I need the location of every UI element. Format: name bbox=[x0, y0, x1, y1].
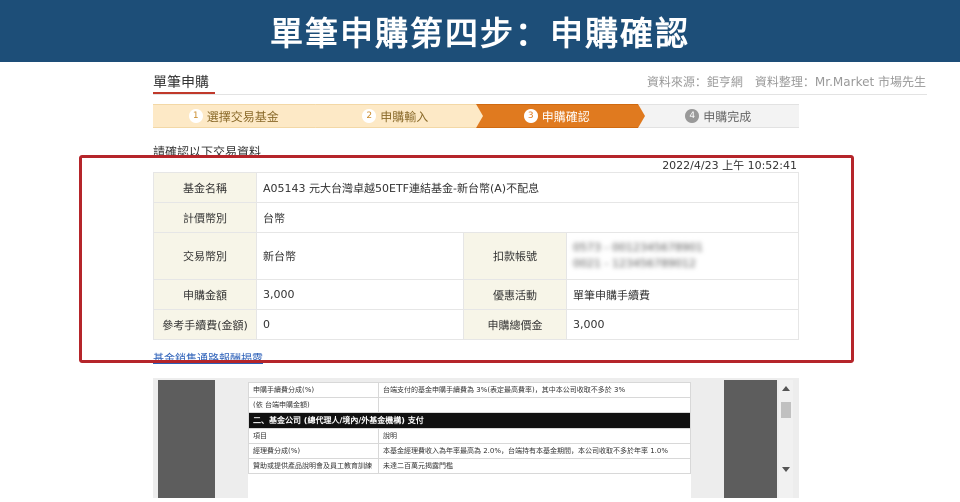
step-arrow-icon bbox=[476, 104, 483, 128]
doc-cell: 未達二百萬元揭露門檻 bbox=[378, 458, 691, 474]
amount-value: 3,000 bbox=[256, 279, 464, 310]
step-number: 3 bbox=[523, 109, 538, 123]
step-input: 2 申購輸入 bbox=[314, 104, 483, 128]
step-select-fund: 1 選擇交易基金 bbox=[153, 104, 322, 128]
doc-cell bbox=[378, 397, 691, 413]
page-title: 單筆申購 bbox=[153, 75, 209, 91]
table-row: 經理費分成(%) 本基金經理費收入為年率最高為 2.0%，台端持有本基金期間，本… bbox=[248, 443, 691, 459]
table-row: 項目 說明 bbox=[248, 428, 691, 444]
step-arrow-icon bbox=[637, 104, 645, 128]
scroll-thumb[interactable] bbox=[781, 402, 791, 418]
doc-cell: 本基金經理費收入為年率最高為 2.0%，台端持有本基金期間，本公司收取不多於年率… bbox=[378, 443, 691, 459]
total-value: 3,000 bbox=[566, 309, 799, 340]
viewer-margin-left bbox=[158, 380, 215, 498]
table-row: 基金名稱 A05143 元大台灣卓越50ETF連結基金-新台幣(A)不配息 bbox=[153, 172, 799, 203]
step-number: 2 bbox=[362, 109, 377, 123]
currency-label: 計價幣別 bbox=[153, 202, 257, 233]
amount-label: 申購金額 bbox=[153, 279, 257, 310]
disclosure-document-viewer: 申購手續費分成(%) 台端支付的基金申購手續費為 3%(表定最高費率)，其中本公… bbox=[153, 378, 799, 498]
table-row: 交易幣別 新台幣 扣款帳號 0573 - 0012345678901 0021 … bbox=[153, 232, 799, 280]
transaction-details-table: 基金名稱 A05143 元大台灣卓越50ETF連結基金-新台幣(A)不配息 計價… bbox=[153, 172, 799, 340]
doc-cell: 台端支付的基金申購手續費為 3%(表定最高費率)，其中本公司收取不多於 3% bbox=[378, 382, 691, 398]
step-label: 申購確認 bbox=[541, 109, 590, 124]
doc-cell: 贊助或提供產品說明會及員工教育訓練 bbox=[248, 458, 379, 474]
step-label: 申購輸入 bbox=[380, 109, 429, 124]
confirm-instruction: 請確認以下交易資料 bbox=[153, 145, 262, 159]
doc-cell: 項目 bbox=[248, 428, 379, 444]
step-number: 4 bbox=[685, 109, 700, 123]
promo-label: 優惠活動 bbox=[463, 279, 567, 310]
scroll-up-icon[interactable] bbox=[782, 386, 790, 391]
timestamp: 2022/4/23 上午 10:52:41 bbox=[662, 159, 797, 172]
step-label: 選擇交易基金 bbox=[206, 109, 279, 124]
table-row: 參考手續費(金額) 0 申購總價金 3,000 bbox=[153, 309, 799, 340]
header-divider bbox=[153, 94, 927, 95]
doc-cell: 申購手續費分成(%) bbox=[248, 382, 379, 398]
total-label: 申購總價金 bbox=[463, 309, 567, 340]
debit-account-value: 0573 - 0012345678901 0021 - 123456789012 bbox=[566, 232, 799, 280]
promo-value: 單筆申購手續費 bbox=[566, 279, 799, 310]
step-arrow-icon bbox=[314, 104, 322, 128]
disclosure-document: 申購手續費分成(%) 台端支付的基金申購手續費為 3%(表定最高費率)，其中本公… bbox=[248, 382, 691, 498]
trade-currency-label: 交易幣別 bbox=[153, 232, 257, 280]
channel-fee-disclosure-link[interactable]: 基金銷售通路報酬揭露 bbox=[153, 350, 263, 366]
doc-cell: 經理費分成(%) bbox=[248, 443, 379, 459]
doc-section-header: 二、基金公司 (總代理人/境內/外基金機構) 支付 bbox=[248, 412, 691, 429]
trade-currency-value: 新台幣 bbox=[256, 232, 464, 280]
table-row: 申購手續費分成(%) 台端支付的基金申購手續費為 3%(表定最高費率)，其中本公… bbox=[248, 382, 691, 398]
table-row: 贊助或提供產品說明會及員工教育訓練 未達二百萬元揭露門檻 bbox=[248, 458, 691, 474]
debit-account-label: 扣款帳號 bbox=[463, 232, 567, 280]
doc-cell: (依 台端申購金額) bbox=[248, 397, 379, 413]
fund-name-value: A05143 元大台灣卓越50ETF連結基金-新台幣(A)不配息 bbox=[256, 172, 799, 203]
step-complete: 4 申購完成 bbox=[637, 104, 799, 128]
debit-account-line: 0021 - 123456789012 bbox=[573, 257, 696, 270]
table-row: 二、基金公司 (總代理人/境內/外基金機構) 支付 bbox=[248, 412, 691, 429]
fee-label: 參考手續費(金額) bbox=[153, 309, 257, 340]
fund-name-label: 基金名稱 bbox=[153, 172, 257, 203]
table-row: 申購金額 3,000 優惠活動 單筆申購手續費 bbox=[153, 279, 799, 310]
progress-stepper: 1 選擇交易基金 2 申購輸入 3 申購確認 4 申購完成 bbox=[153, 104, 799, 128]
fee-value: 0 bbox=[256, 309, 464, 340]
disclosure-table: 申購手續費分成(%) 台端支付的基金申購手續費為 3%(表定最高費率)，其中本公… bbox=[248, 382, 691, 474]
viewer-margin-right bbox=[724, 380, 777, 498]
currency-value: 台幣 bbox=[256, 202, 799, 233]
table-row: (依 台端申購金額) bbox=[248, 397, 691, 413]
step-confirm: 3 申購確認 bbox=[476, 104, 645, 128]
scroll-down-icon[interactable] bbox=[782, 467, 790, 472]
step-label: 申購完成 bbox=[703, 109, 752, 124]
document-scrollbar[interactable] bbox=[779, 380, 793, 498]
banner-title: 單筆申購第四步：申購確認 bbox=[270, 14, 690, 53]
banner: 單筆申購第四步：申購確認 bbox=[0, 0, 960, 62]
debit-account-line: 0573 - 0012345678901 bbox=[573, 241, 703, 254]
doc-cell: 說明 bbox=[378, 428, 691, 444]
step-number: 1 bbox=[188, 109, 203, 123]
table-row: 計價幣別 台幣 bbox=[153, 202, 799, 233]
source-credit: 資料來源：鉅亨網 資料整理：Mr.Market 市場先生 bbox=[646, 75, 926, 89]
